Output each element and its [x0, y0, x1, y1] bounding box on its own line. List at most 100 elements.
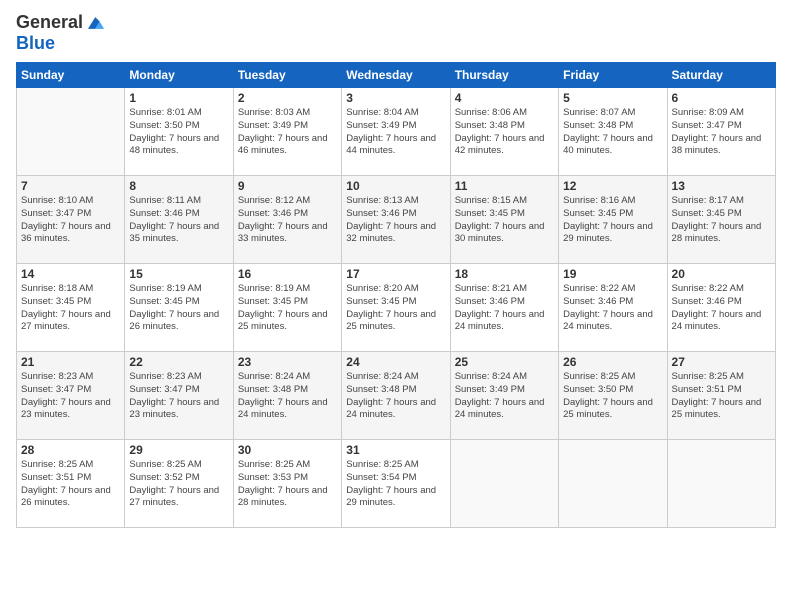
calendar-cell: 23 Sunrise: 8:24 AMSunset: 3:48 PMDayligh… — [233, 352, 341, 440]
calendar-cell: 1 Sunrise: 8:01 AMSunset: 3:50 PMDaylight… — [125, 88, 233, 176]
day-info: Sunrise: 8:11 AMSunset: 3:46 PMDaylight:… — [129, 195, 228, 246]
calendar-cell — [17, 88, 125, 176]
calendar-cell: 18 Sunrise: 8:21 AMSunset: 3:46 PMDayligh… — [450, 264, 558, 352]
day-number: 10 — [346, 179, 445, 193]
day-info: Sunrise: 8:06 AMSunset: 3:48 PMDaylight:… — [455, 107, 554, 158]
day-info: Sunrise: 8:01 AMSunset: 3:50 PMDaylight:… — [129, 107, 228, 158]
day-number: 15 — [129, 267, 228, 281]
calendar-cell: 9 Sunrise: 8:12 AMSunset: 3:46 PMDaylight… — [233, 176, 341, 264]
day-info: Sunrise: 8:25 AMSunset: 3:50 PMDaylight:… — [563, 371, 662, 422]
day-info: Sunrise: 8:24 AMSunset: 3:48 PMDaylight:… — [238, 371, 337, 422]
day-info: Sunrise: 8:10 AMSunset: 3:47 PMDaylight:… — [21, 195, 120, 246]
header-cell-friday: Friday — [559, 63, 667, 88]
calendar-cell — [667, 440, 775, 528]
day-info: Sunrise: 8:07 AMSunset: 3:48 PMDaylight:… — [563, 107, 662, 158]
day-number: 18 — [455, 267, 554, 281]
calendar-cell: 3 Sunrise: 8:04 AMSunset: 3:49 PMDaylight… — [342, 88, 450, 176]
day-number: 23 — [238, 355, 337, 369]
header-cell-monday: Monday — [125, 63, 233, 88]
day-info: Sunrise: 8:19 AMSunset: 3:45 PMDaylight:… — [129, 283, 228, 334]
calendar-cell: 20 Sunrise: 8:22 AMSunset: 3:46 PMDayligh… — [667, 264, 775, 352]
day-info: Sunrise: 8:09 AMSunset: 3:47 PMDaylight:… — [672, 107, 771, 158]
day-number: 3 — [346, 91, 445, 105]
calendar-cell: 5 Sunrise: 8:07 AMSunset: 3:48 PMDaylight… — [559, 88, 667, 176]
day-number: 4 — [455, 91, 554, 105]
header-row: SundayMondayTuesdayWednesdayThursdayFrid… — [17, 63, 776, 88]
day-info: Sunrise: 8:15 AMSunset: 3:45 PMDaylight:… — [455, 195, 554, 246]
header-cell-thursday: Thursday — [450, 63, 558, 88]
calendar-cell: 16Sunrise: 8:19 AMSunset: 3:45 PMDayligh… — [233, 264, 341, 352]
day-number: 24 — [346, 355, 445, 369]
calendar-cell: 28 Sunrise: 8:25 AMSunset: 3:51 PMDayligh… — [17, 440, 125, 528]
day-number: 2 — [238, 91, 337, 105]
calendar-cell: 26 Sunrise: 8:25 AMSunset: 3:50 PMDayligh… — [559, 352, 667, 440]
day-info: Sunrise: 8:25 AMSunset: 3:52 PMDaylight:… — [129, 459, 228, 510]
day-info: Sunrise: 8:23 AMSunset: 3:47 PMDaylight:… — [129, 371, 228, 422]
calendar-cell: 24 Sunrise: 8:24 AMSunset: 3:48 PMDayligh… — [342, 352, 450, 440]
calendar-cell: 21 Sunrise: 8:23 AMSunset: 3:47 PMDayligh… — [17, 352, 125, 440]
day-info: Sunrise: 8:21 AMSunset: 3:46 PMDaylight:… — [455, 283, 554, 334]
day-info: Sunrise: 8:16 AMSunset: 3:45 PMDaylight:… — [563, 195, 662, 246]
day-number: 9 — [238, 179, 337, 193]
calendar-cell: 29 Sunrise: 8:25 AMSunset: 3:52 PMDayligh… — [125, 440, 233, 528]
header: General Blue — [16, 12, 776, 54]
day-number: 11 — [455, 179, 554, 193]
day-number: 8 — [129, 179, 228, 193]
calendar-cell: 2 Sunrise: 8:03 AMSunset: 3:49 PMDaylight… — [233, 88, 341, 176]
day-number: 31 — [346, 443, 445, 457]
week-row-3: 14 Sunrise: 8:18 AMSunset: 3:45 PMDayligh… — [17, 264, 776, 352]
day-number: 28 — [21, 443, 120, 457]
day-info: Sunrise: 8:24 AMSunset: 3:48 PMDaylight:… — [346, 371, 445, 422]
day-number: 30 — [238, 443, 337, 457]
day-number: 5 — [563, 91, 662, 105]
day-info: Sunrise: 8:04 AMSunset: 3:49 PMDaylight:… — [346, 107, 445, 158]
week-row-5: 28 Sunrise: 8:25 AMSunset: 3:51 PMDayligh… — [17, 440, 776, 528]
day-number: 27 — [672, 355, 771, 369]
day-info: Sunrise: 8:12 AMSunset: 3:46 PMDaylight:… — [238, 195, 337, 246]
day-info: Sunrise: 8:17 AMSunset: 3:45 PMDaylight:… — [672, 195, 771, 246]
day-number: 14 — [21, 267, 120, 281]
logo-text: General — [16, 13, 83, 33]
logo-general: General — [16, 12, 83, 32]
calendar-cell: 17Sunrise: 8:20 AMSunset: 3:45 PMDayligh… — [342, 264, 450, 352]
day-info: Sunrise: 8:18 AMSunset: 3:45 PMDaylight:… — [21, 283, 120, 334]
day-number: 6 — [672, 91, 771, 105]
header-cell-wednesday: Wednesday — [342, 63, 450, 88]
calendar-cell: 13Sunrise: 8:17 AMSunset: 3:45 PMDayligh… — [667, 176, 775, 264]
calendar-cell: 22 Sunrise: 8:23 AMSunset: 3:47 PMDayligh… — [125, 352, 233, 440]
day-info: Sunrise: 8:20 AMSunset: 3:45 PMDaylight:… — [346, 283, 445, 334]
calendar-cell — [450, 440, 558, 528]
calendar-cell: 7 Sunrise: 8:10 AMSunset: 3:47 PMDaylight… — [17, 176, 125, 264]
week-row-4: 21 Sunrise: 8:23 AMSunset: 3:47 PMDayligh… — [17, 352, 776, 440]
day-number: 20 — [672, 267, 771, 281]
logo-icon — [85, 12, 107, 34]
day-number: 26 — [563, 355, 662, 369]
header-cell-tuesday: Tuesday — [233, 63, 341, 88]
day-info: Sunrise: 8:25 AMSunset: 3:51 PMDaylight:… — [21, 459, 120, 510]
day-number: 22 — [129, 355, 228, 369]
day-info: Sunrise: 8:24 AMSunset: 3:49 PMDaylight:… — [455, 371, 554, 422]
day-number: 1 — [129, 91, 228, 105]
calendar-cell: 4 Sunrise: 8:06 AMSunset: 3:48 PMDaylight… — [450, 88, 558, 176]
header-cell-saturday: Saturday — [667, 63, 775, 88]
day-info: Sunrise: 8:19 AMSunset: 3:45 PMDaylight:… — [238, 283, 337, 334]
day-number: 7 — [21, 179, 120, 193]
logo-blue: Blue — [16, 33, 55, 53]
day-info: Sunrise: 8:25 AMSunset: 3:51 PMDaylight:… — [672, 371, 771, 422]
day-number: 29 — [129, 443, 228, 457]
calendar-table: SundayMondayTuesdayWednesdayThursdayFrid… — [16, 62, 776, 528]
day-number: 25 — [455, 355, 554, 369]
calendar-cell: 6 Sunrise: 8:09 AMSunset: 3:47 PMDaylight… — [667, 88, 775, 176]
day-info: Sunrise: 8:22 AMSunset: 3:46 PMDaylight:… — [672, 283, 771, 334]
day-number: 12 — [563, 179, 662, 193]
calendar-cell: 27 Sunrise: 8:25 AMSunset: 3:51 PMDayligh… — [667, 352, 775, 440]
day-info: Sunrise: 8:25 AMSunset: 3:53 PMDaylight:… — [238, 459, 337, 510]
day-info: Sunrise: 8:03 AMSunset: 3:49 PMDaylight:… — [238, 107, 337, 158]
calendar-cell: 25 Sunrise: 8:24 AMSunset: 3:49 PMDayligh… — [450, 352, 558, 440]
day-number: 21 — [21, 355, 120, 369]
calendar-cell: 12 Sunrise: 8:16 AMSunset: 3:45 PMDayligh… — [559, 176, 667, 264]
day-info: Sunrise: 8:23 AMSunset: 3:47 PMDaylight:… — [21, 371, 120, 422]
logo: General Blue — [16, 12, 107, 54]
calendar-cell: 31Sunrise: 8:25 AMSunset: 3:54 PMDayligh… — [342, 440, 450, 528]
calendar-cell: 11 Sunrise: 8:15 AMSunset: 3:45 PMDayligh… — [450, 176, 558, 264]
